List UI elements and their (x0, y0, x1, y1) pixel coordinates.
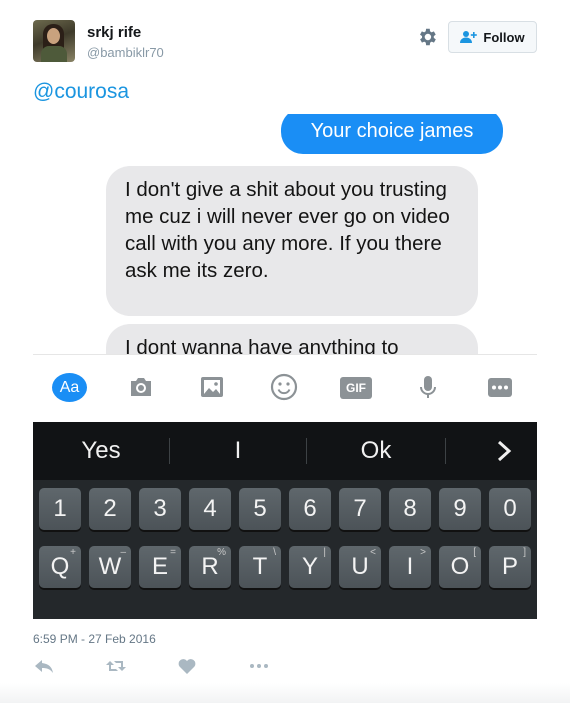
suggestion-word: Ok (360, 437, 392, 464)
more-dots-icon[interactable] (248, 657, 270, 675)
key: – W (89, 546, 131, 588)
microphone-icon (420, 376, 436, 398)
tweet-timestamp[interactable]: 6:59 PM - 27 Feb 2016 (33, 632, 156, 646)
key: | Y (289, 546, 331, 588)
reply-icon[interactable] (33, 657, 55, 675)
camera-icon (131, 378, 151, 396)
key: ] P (489, 546, 531, 588)
key: 7 (339, 488, 381, 530)
tweet-text-mention[interactable]: @courosa (33, 80, 129, 104)
sent-message-bubble: Your choice james (281, 114, 503, 154)
gif-icon: GIF (340, 377, 372, 399)
gear-icon[interactable] (416, 26, 438, 48)
key: 9 (439, 488, 481, 530)
avatar[interactable] (33, 20, 75, 62)
follow-button[interactable]: Follow (448, 21, 537, 53)
more-options-icon (488, 378, 512, 397)
page-bottom-edge (0, 683, 570, 703)
key: 8 (389, 488, 431, 530)
key: % R (189, 546, 231, 588)
keyboard: Yes I Ok 1 2 3 4 5 6 7 8 9 0 + Q – W = E % R… (33, 422, 537, 619)
key: + Q (39, 546, 81, 588)
messenger-composer-bar: Aa GIF (33, 354, 537, 423)
key: 1 (39, 488, 81, 530)
key: 6 (289, 488, 331, 530)
image-icon (201, 377, 223, 397)
heart-icon[interactable] (176, 657, 198, 675)
suggestion-bar: Yes I Ok (33, 422, 537, 480)
received-message-bubble: I don't give a shit about you trusting m… (106, 166, 478, 316)
key: 3 (139, 488, 181, 530)
chat-thread: Your choice james I don't give a shit ab… (33, 114, 537, 354)
emoji-icon (270, 373, 298, 401)
received-message-bubble: I dont wanna have anything to (106, 324, 478, 354)
key: 4 (189, 488, 231, 530)
key: = E (139, 546, 181, 588)
key: 2 (89, 488, 131, 530)
suggestion-word: I (234, 437, 242, 464)
follow-label: Follow (483, 29, 525, 45)
display-name[interactable]: srkj rife (87, 24, 141, 41)
chevron-right-icon (497, 440, 512, 462)
text-format-button: Aa (52, 373, 87, 402)
suggestion-word: Yes (81, 437, 121, 464)
key: \ T (239, 546, 281, 588)
attached-screenshot[interactable]: Your choice james I don't give a shit ab… (33, 114, 537, 619)
key: < U (339, 546, 381, 588)
key: 0 (489, 488, 531, 530)
key: [O (439, 546, 481, 588)
person-plus-icon (460, 31, 478, 43)
user-handle[interactable]: @bambiklr70 (87, 45, 164, 60)
key: > I (389, 546, 431, 588)
key: 5 (239, 488, 281, 530)
retweet-icon[interactable] (105, 657, 127, 675)
